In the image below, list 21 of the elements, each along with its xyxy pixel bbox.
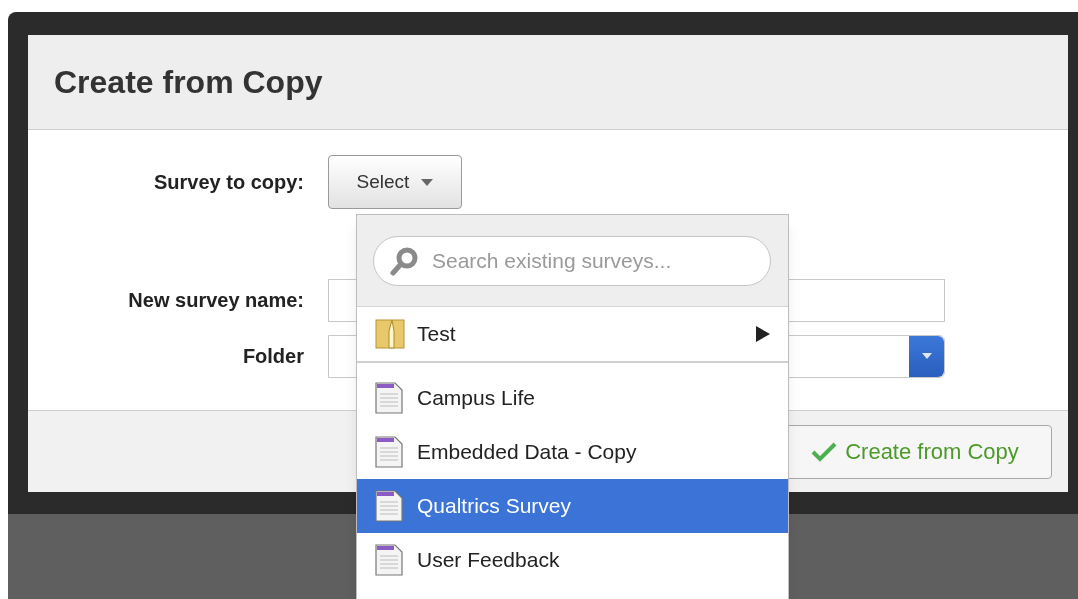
checkmark-icon <box>811 441 838 462</box>
select-button[interactable]: Select <box>328 155 462 209</box>
survey-item[interactable]: Embedded Data - Copy <box>357 425 788 479</box>
search-icon <box>389 245 419 276</box>
caret-icon <box>421 178 434 186</box>
field-label: Folder <box>241 344 305 369</box>
survey-item[interactable]: Qualtrics Survey <box>357 479 788 533</box>
search-field[interactable]: Search existing surveys... <box>373 235 771 286</box>
survey-item[interactable]: Campus Life <box>357 371 788 425</box>
caret-icon <box>921 353 932 359</box>
document-icon <box>375 382 403 414</box>
submenu-arrow-icon <box>756 326 770 342</box>
field-label: New survey name: <box>127 288 305 313</box>
field-label: Survey to copy: <box>152 170 305 195</box>
dialog-title: Create from Copy <box>54 63 323 102</box>
document-icon <box>375 544 403 576</box>
folder-icon <box>375 319 405 349</box>
survey-item[interactable]: User Feedback <box>357 533 788 587</box>
folder-item[interactable]: Test <box>357 307 788 363</box>
document-icon <box>375 436 403 468</box>
document-icon <box>375 490 403 522</box>
